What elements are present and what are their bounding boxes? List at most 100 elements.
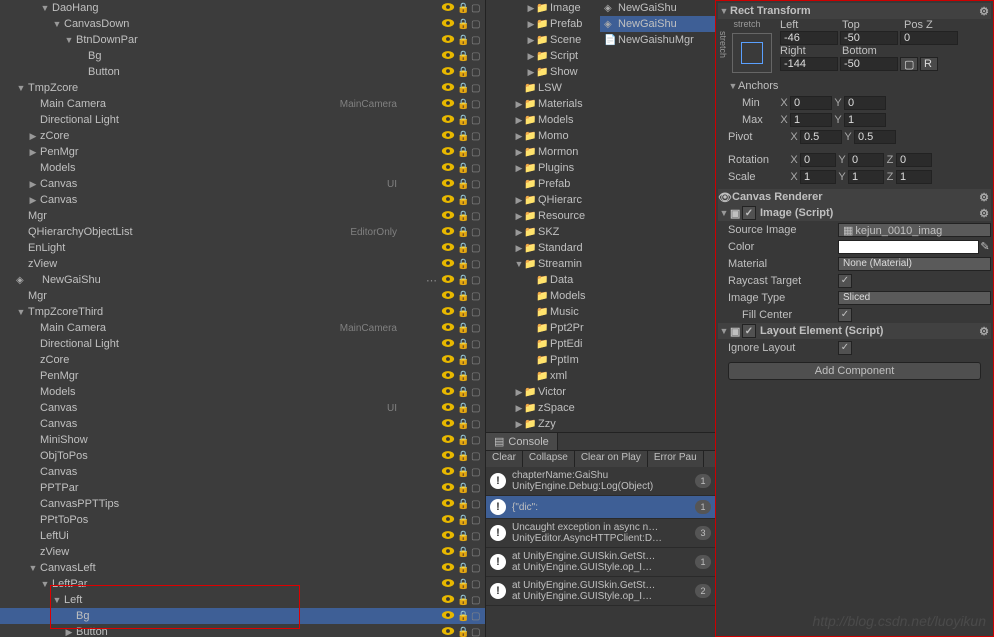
static-icon[interactable]: ▢ [471,147,485,158]
visibility-icon[interactable] [441,546,457,558]
hierarchy-item[interactable]: Canvas🔒▢ [0,192,485,208]
bottom-input[interactable]: -50 [840,57,898,71]
lock-icon[interactable]: 🔒 [457,419,471,430]
visibility-icon[interactable] [441,50,457,62]
lock-icon[interactable]: 🔒 [457,115,471,126]
log-entry[interactable]: !chapterName:GaiShuUnityEngine.Debug:Log… [486,467,715,496]
log-entry[interactable]: !at UnityEngine.GUISkin.GetSt…at UnityEn… [486,548,715,577]
expand-arrow[interactable] [28,147,38,158]
color-field[interactable] [838,240,979,254]
lock-icon[interactable]: 🔒 [457,339,471,350]
static-icon[interactable]: ▢ [471,467,485,478]
project-folder[interactable]: 📁Plugins [486,160,715,176]
gear-icon[interactable]: ⚙ [979,191,989,204]
visibility-icon[interactable] [441,162,457,174]
pivot-x[interactable]: 0.5 [800,130,842,144]
lock-icon[interactable]: 🔒 [457,547,471,558]
hierarchy-item[interactable]: QHierarchyObjectListEditorOnly🔒▢ [0,224,485,240]
lock-icon[interactable]: 🔒 [457,83,471,94]
hierarchy-item[interactable]: ObjToPos🔒▢ [0,448,485,464]
visibility-icon[interactable] [441,578,457,590]
lock-icon[interactable]: 🔒 [457,3,471,14]
expand-arrow[interactable] [514,243,524,254]
lock-icon[interactable]: 🔒 [457,451,471,462]
lock-icon[interactable]: 🔒 [457,227,471,238]
lock-icon[interactable]: 🔒 [457,211,471,222]
console-panel[interactable]: ▤Console Clear Collapse Clear on Play Er… [486,432,715,637]
hierarchy-item[interactable]: Main CameraMainCamera🔒▢ [0,96,485,112]
static-icon[interactable]: ▢ [471,115,485,126]
project-folder[interactable]: 📁Models [486,288,715,304]
expand-arrow[interactable] [514,211,524,222]
hierarchy-item[interactable]: Bg🔒▢ [0,608,485,624]
visibility-icon[interactable] [441,98,457,110]
hierarchy-item[interactable]: Left🔒▢ [0,592,485,608]
lock-icon[interactable]: 🔒 [457,499,471,510]
clear-button[interactable]: Clear [486,451,523,467]
hierarchy-item[interactable]: zCore🔒▢ [0,352,485,368]
expand-arrow[interactable] [52,19,62,29]
lock-icon[interactable]: 🔒 [457,35,471,46]
visibility-icon[interactable] [441,562,457,574]
project-folder[interactable]: 📁Resource [486,208,715,224]
visibility-icon[interactable] [441,130,457,142]
visibility-icon[interactable] [441,18,457,30]
expand-arrow[interactable] [64,35,74,45]
project-panel[interactable]: 📁Image📁Prefab📁Scene📁Script📁Show📁LSW📁Mate… [486,0,715,432]
hierarchy-item[interactable]: Models🔒▢ [0,160,485,176]
log-entry[interactable]: !Uncaught exception in async n…UnityEdit… [486,519,715,548]
visibility-icon[interactable] [441,114,457,126]
static-icon[interactable]: ▢ [471,515,485,526]
scale-x[interactable]: 1 [800,170,836,184]
visibility-icon[interactable] [441,514,457,526]
lock-icon[interactable]: 🔒 [457,483,471,494]
source-image-slot[interactable]: ▦kejun_0010_imag [838,223,991,237]
layout-enable-checkbox[interactable]: ✓ [742,324,756,338]
lock-icon[interactable]: 🔒 [457,355,471,366]
hierarchy-item[interactable]: BtnDownPar🔒▢ [0,32,485,48]
static-icon[interactable]: ▢ [471,163,485,174]
lock-icon[interactable]: 🔒 [457,19,471,30]
lock-icon[interactable]: 🔒 [457,323,471,334]
project-folder[interactable]: 📁Mormon [486,144,715,160]
lock-icon[interactable]: 🔒 [457,131,471,142]
project-folder[interactable]: 📁Victor [486,384,715,400]
scale-y[interactable]: 1 [848,170,884,184]
hierarchy-item[interactable]: LeftUi🔒▢ [0,528,485,544]
gear-icon[interactable]: ⚙ [979,207,989,220]
hierarchy-item[interactable]: Mgr🔒▢ [0,208,485,224]
prefab-results[interactable]: ◈NewGaiShu◈NewGaiShu📄NewGaishuMgr [600,0,720,48]
expand-arrow[interactable] [40,3,50,13]
project-folder[interactable]: 📁xml [486,368,715,384]
project-folder[interactable]: 📁Standard [486,240,715,256]
static-icon[interactable]: ▢ [471,51,485,62]
hierarchy-item[interactable]: Models🔒▢ [0,384,485,400]
lock-icon[interactable]: 🔒 [457,67,471,78]
expand-arrow[interactable] [526,67,536,78]
hierarchy-item[interactable]: ◈NewGaiShu⋯🔒▢ [0,272,485,288]
pivot-y[interactable]: 0.5 [854,130,896,144]
expand-arrow[interactable] [514,147,524,158]
project-folder[interactable]: 📁Prefab [486,176,715,192]
lock-icon[interactable]: 🔒 [457,563,471,574]
static-icon[interactable]: ▢ [471,195,485,206]
static-icon[interactable]: ▢ [471,19,485,30]
expand-arrow[interactable] [28,131,38,142]
inspector-panel[interactable]: Rect Transform ⚙ stretch stretch Left To… [715,0,994,637]
project-folder[interactable]: 📁PptEdi [486,336,715,352]
hierarchy-panel[interactable]: DaoHang🔒▢CanvasDown🔒▢BtnDownPar🔒▢Bg🔒▢But… [0,0,485,637]
visibility-icon[interactable] [441,146,457,158]
raw-toggle[interactable]: R [920,57,938,71]
expand-arrow[interactable] [16,83,26,93]
lock-icon[interactable]: 🔒 [457,51,471,62]
expand-arrow[interactable] [64,627,74,637]
anchor-max-x[interactable]: 1 [790,113,832,127]
visibility-icon[interactable] [441,274,457,286]
project-folder[interactable]: 📁Data [486,272,715,288]
rot-z[interactable]: 0 [896,153,932,167]
project-folder[interactable]: 📁Zzy [486,416,715,432]
visibility-icon[interactable] [441,610,457,622]
hierarchy-item[interactable]: MiniShow🔒▢ [0,432,485,448]
project-folder[interactable]: 📁Show [486,64,715,80]
hierarchy-item[interactable]: DaoHang🔒▢ [0,0,485,16]
